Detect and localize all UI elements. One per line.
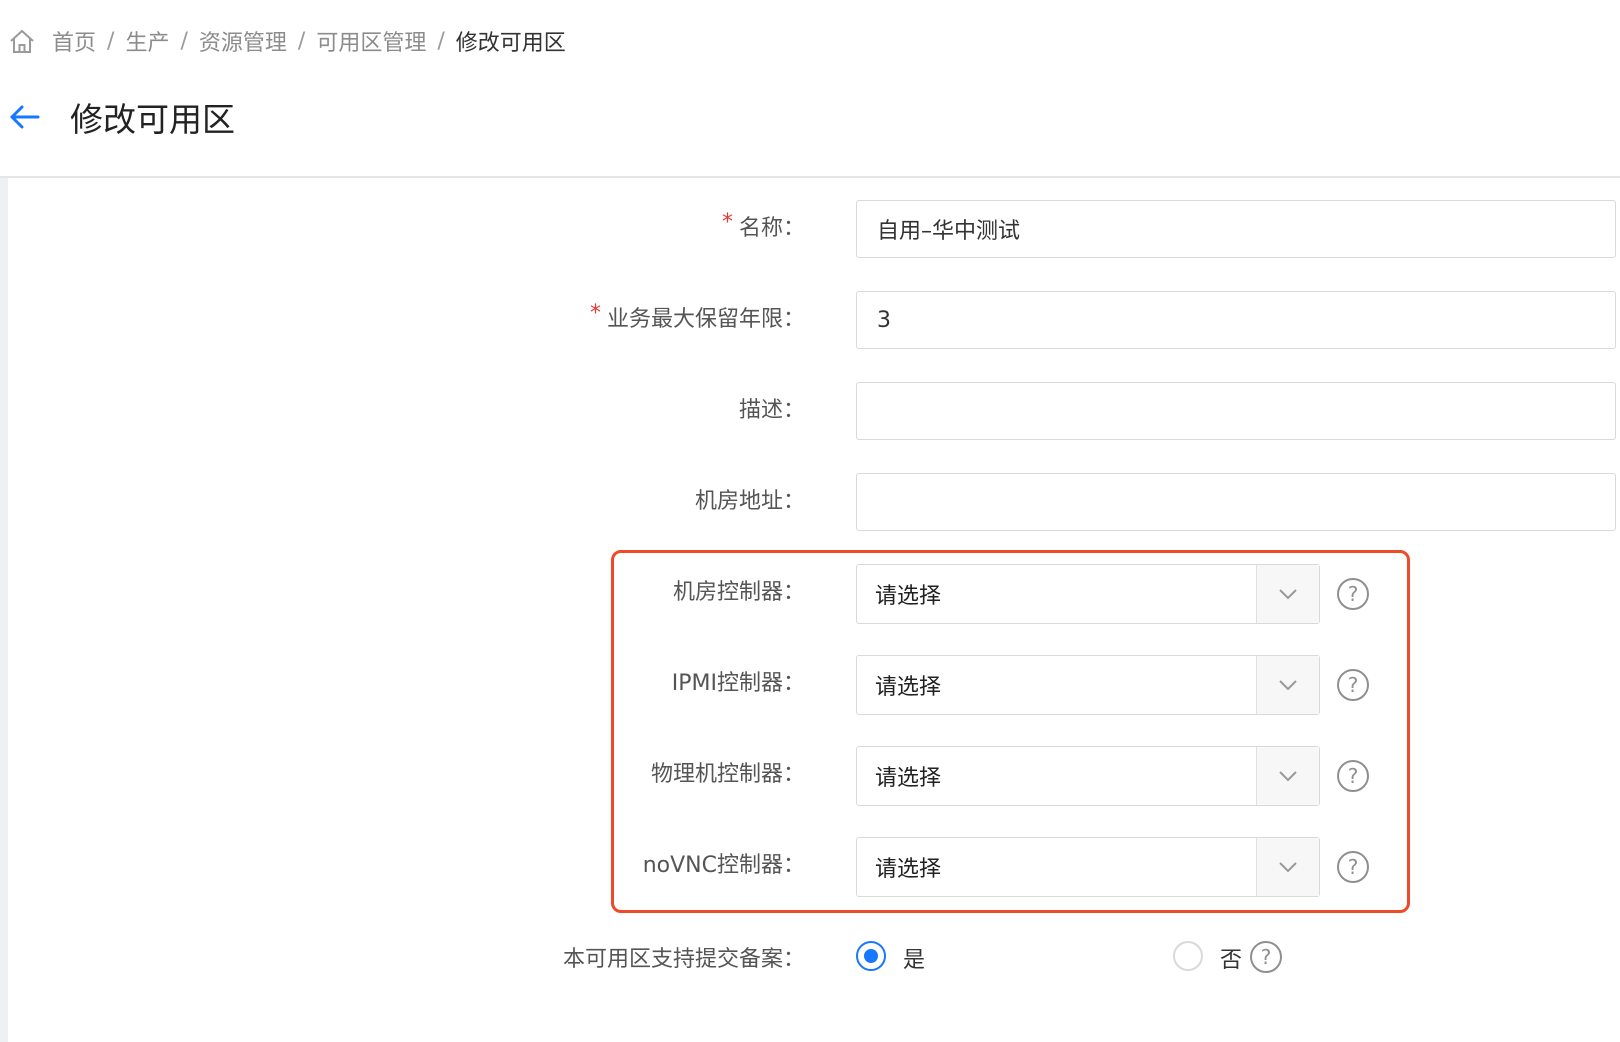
- help-icon[interactable]: ?: [1250, 941, 1282, 973]
- physical-controller-label-text: 物理机控制器：: [650, 762, 805, 787]
- breadcrumb-separator: /: [180, 28, 188, 54]
- novnc-controller-label: noVNC控制器：: [643, 837, 805, 899]
- description-label: 描述：: [739, 382, 805, 444]
- breadcrumb: 首页 / 生产 / 资源管理 / 可用区管理 / 修改可用区: [8, 22, 566, 60]
- name-label-text: 名称：: [738, 216, 805, 241]
- filing-radio-no-label[interactable]: 否: [1220, 942, 1242, 974]
- room-controller-select[interactable]: 请选择: [856, 564, 1320, 624]
- help-icon[interactable]: ?: [1337, 578, 1369, 610]
- breadcrumb-item-resource-management[interactable]: 资源管理: [199, 25, 287, 57]
- novnc-controller-select-value: 请选择: [875, 857, 942, 882]
- help-icon[interactable]: ?: [1337, 851, 1369, 883]
- description-input[interactable]: [856, 382, 1616, 440]
- name-input-value: 自用–华中测试: [877, 219, 1021, 244]
- retention-input[interactable]: 3: [856, 291, 1616, 349]
- address-label: 机房地址：: [695, 473, 805, 535]
- page-title: 修改可用区: [70, 100, 235, 139]
- home-icon[interactable]: [8, 27, 36, 55]
- ipmi-controller-select-value: 请选择: [875, 675, 942, 700]
- chevron-down-icon[interactable]: [1256, 747, 1319, 805]
- filing-label: 本可用区支持提交备案：: [563, 926, 805, 988]
- form-row-name: * 名称： 自用–华中测试: [0, 200, 1620, 262]
- breadcrumb-separator: /: [437, 28, 445, 54]
- retention-input-value: 3: [877, 307, 891, 333]
- ipmi-controller-label-text: IPMI控制器：: [671, 671, 805, 696]
- page-header: 修改可用区: [8, 92, 235, 142]
- novnc-controller-select[interactable]: 请选择: [856, 837, 1320, 897]
- required-mark: *: [721, 210, 733, 235]
- form-row-address: 机房地址：: [0, 473, 1620, 535]
- back-arrow-icon[interactable]: [8, 100, 42, 134]
- retention-label-text: 业务最大保留年限：: [606, 307, 805, 332]
- form-row-filing: 本可用区支持提交备案： 是 否 ?: [0, 926, 1620, 988]
- filing-radio-yes[interactable]: [856, 941, 886, 971]
- filing-radio-yes-label[interactable]: 是: [903, 942, 925, 974]
- help-icon[interactable]: ?: [1337, 669, 1369, 701]
- address-input[interactable]: [856, 473, 1616, 531]
- breadcrumb-separator: /: [297, 28, 306, 54]
- filing-radio-no[interactable]: [1173, 941, 1203, 971]
- novnc-controller-label-text: noVNC控制器：: [642, 853, 805, 878]
- room-controller-label: 机房控制器：: [673, 564, 805, 626]
- form-row-novnc-controller: noVNC控制器： 请选择 ?: [0, 837, 1620, 899]
- ipmi-controller-select[interactable]: 请选择: [856, 655, 1320, 715]
- physical-controller-label: 物理机控制器：: [651, 746, 805, 808]
- address-label-text: 机房地址：: [694, 489, 805, 514]
- breadcrumb-item-current: 修改可用区: [455, 31, 566, 56]
- breadcrumb-item-home[interactable]: 首页: [52, 25, 96, 57]
- form-row-room-controller: 机房控制器： 请选择 ?: [0, 564, 1620, 626]
- room-controller-select-value: 请选择: [875, 584, 942, 609]
- filing-label-text: 本可用区支持提交备案：: [562, 947, 805, 972]
- room-controller-label-text: 机房控制器：: [672, 580, 805, 605]
- physical-controller-select-value: 请选择: [875, 766, 942, 791]
- breadcrumb-item-zone-management[interactable]: 可用区管理: [316, 25, 426, 57]
- name-input[interactable]: 自用–华中测试: [856, 200, 1616, 258]
- ipmi-controller-label: IPMI控制器：: [672, 655, 805, 717]
- breadcrumb-item-production[interactable]: 生产: [125, 25, 169, 57]
- name-label: * 名称：: [722, 200, 805, 262]
- retention-label: * 业务最大保留年限：: [590, 291, 805, 353]
- form-row-description: 描述：: [0, 382, 1620, 444]
- form-row-retention: * 业务最大保留年限： 3: [0, 291, 1620, 353]
- chevron-down-icon[interactable]: [1256, 838, 1319, 896]
- form-row-ipmi-controller: IPMI控制器： 请选择 ?: [0, 655, 1620, 717]
- physical-controller-select[interactable]: 请选择: [856, 746, 1320, 806]
- header-divider: [0, 176, 1620, 178]
- chevron-down-icon[interactable]: [1256, 656, 1319, 714]
- help-icon[interactable]: ?: [1337, 760, 1369, 792]
- breadcrumb-separator: /: [107, 28, 115, 54]
- required-mark: *: [589, 301, 601, 326]
- description-label-text: 描述：: [738, 398, 805, 423]
- chevron-down-icon[interactable]: [1256, 565, 1319, 623]
- form-row-physical-controller: 物理机控制器： 请选择 ?: [0, 746, 1620, 808]
